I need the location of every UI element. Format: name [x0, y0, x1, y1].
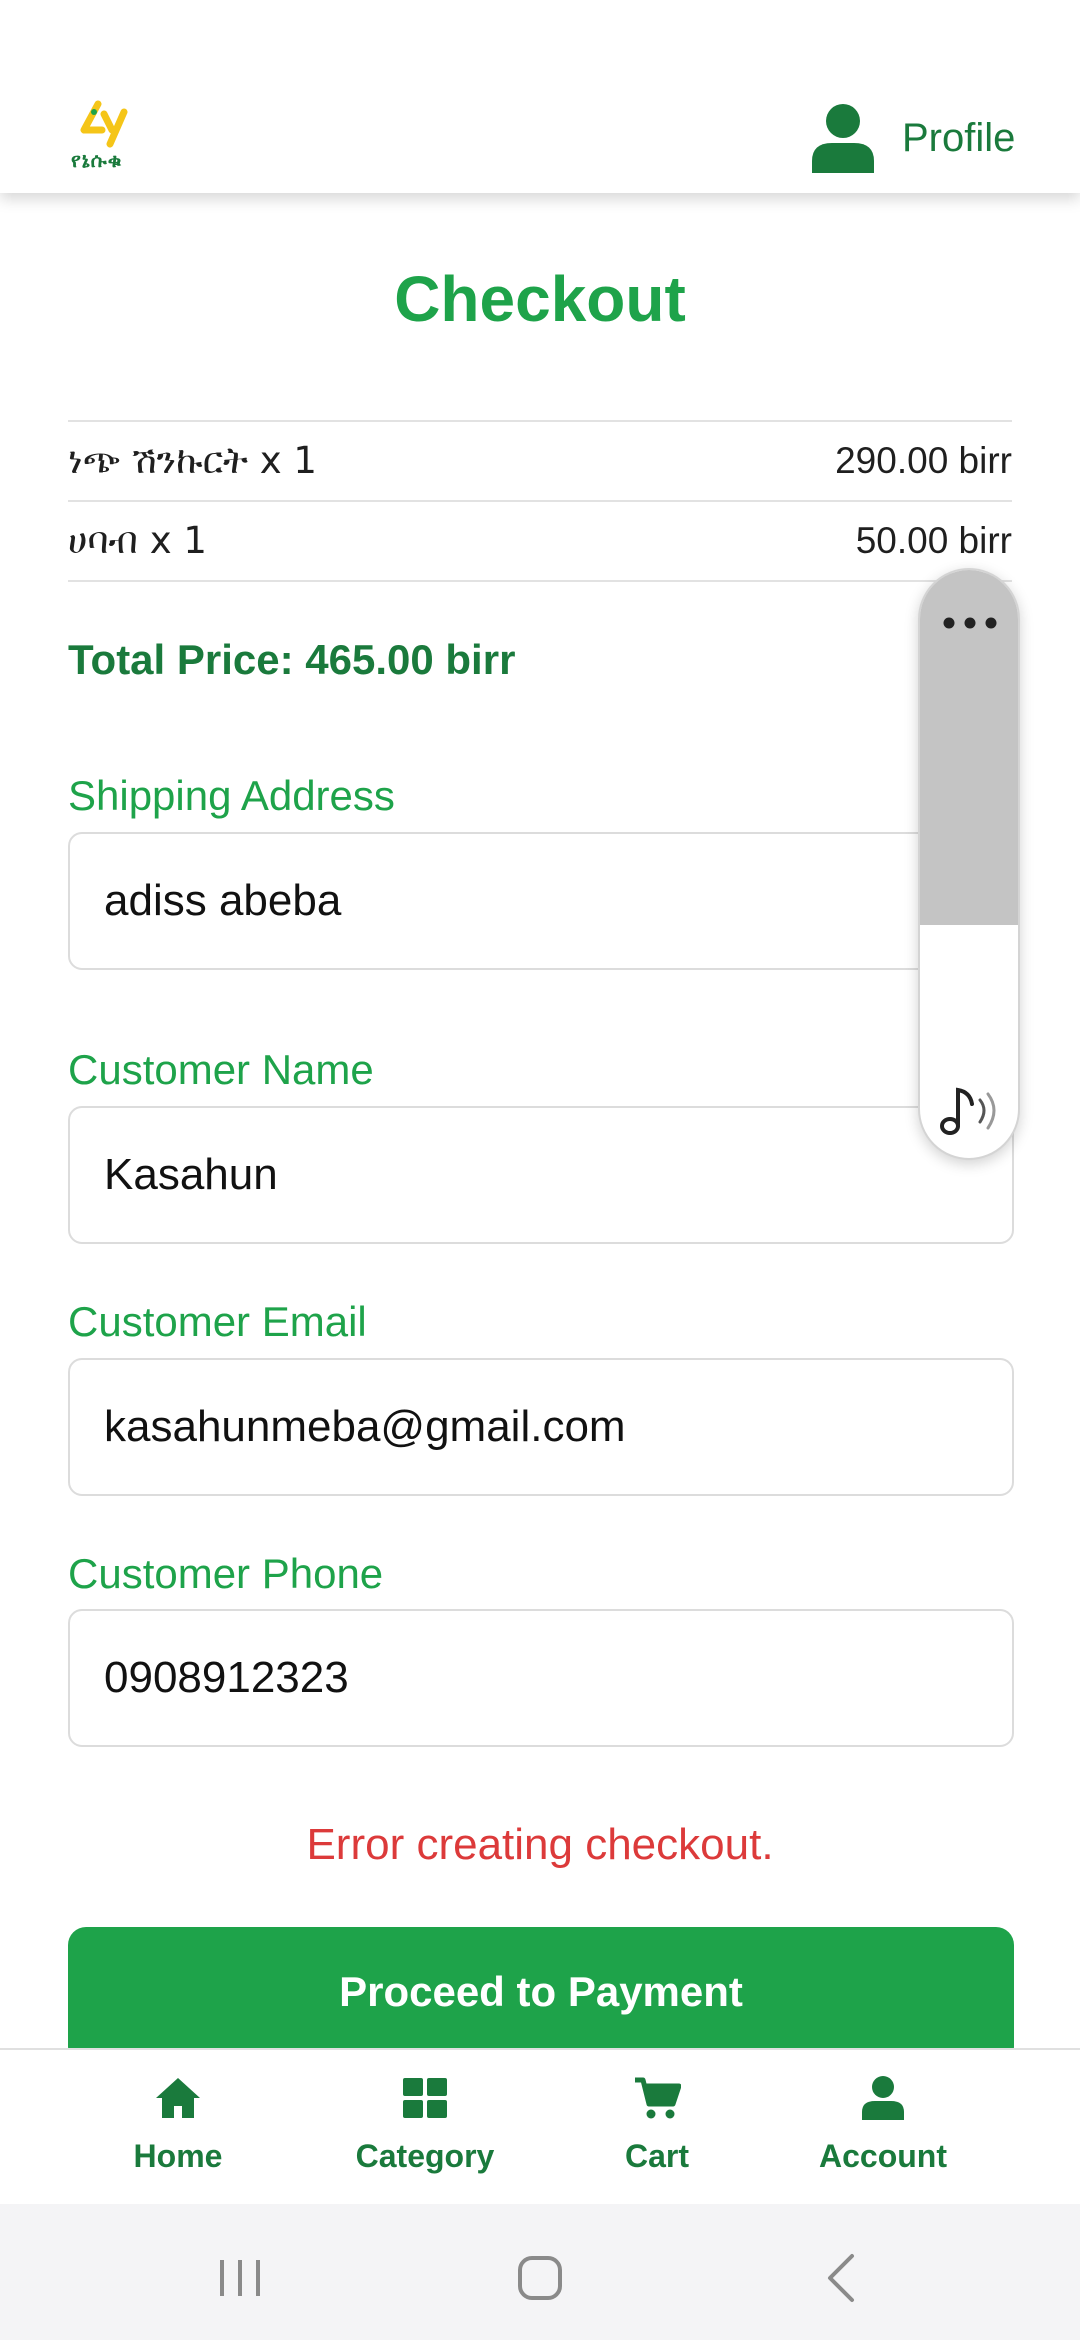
- customer-name-label: Customer Name: [68, 1046, 374, 1093]
- customer-name-input[interactable]: [68, 1106, 1014, 1244]
- item-price: 290.00 birr: [835, 440, 1012, 481]
- proceed-to-payment-button[interactable]: Proceed to Payment: [68, 1927, 1014, 2065]
- app-header: የኔሱቁ Profile: [0, 0, 1080, 193]
- nav-label-cart: Cart: [624, 2138, 689, 2174]
- home-button-icon[interactable]: [510, 2248, 570, 2308]
- item-price: 50.00 birr: [855, 520, 1012, 561]
- nav-item-category[interactable]: Category: [345, 2074, 505, 2175]
- page-title: Checkout: [394, 263, 686, 335]
- order-items: ነጭ ሽንኩርት x 1 290.00 birr ሀባብ x 1 50.00 b…: [68, 420, 1012, 582]
- nav-label-category: Category: [355, 2138, 495, 2174]
- grid-icon: [403, 2078, 447, 2118]
- nav-item-home[interactable]: Home: [118, 2074, 238, 2175]
- shipping-address-label: Shipping Address: [68, 772, 395, 819]
- total-price: Total Price: 465.00 birr: [68, 636, 516, 683]
- profile-label: Profile: [902, 115, 1016, 160]
- profile-link[interactable]: Profile: [810, 100, 1015, 176]
- checkout-screen: የኔሱቁ Profile Checkout ነጭ ሽንኩርት x 1 290.0…: [0, 0, 1080, 2340]
- nav-item-cart[interactable]: Cart: [605, 2074, 709, 2175]
- customer-phone-input[interactable]: [68, 1609, 1014, 1747]
- system-nav-bar: [0, 2204, 1080, 2340]
- logo-icon: [80, 100, 128, 148]
- item-name: ሀባብ x 1: [68, 519, 207, 562]
- person-icon: [812, 104, 874, 173]
- nav-label-home: Home: [133, 2138, 223, 2174]
- customer-email-label: Customer Email: [68, 1298, 367, 1345]
- bottom-nav: Home Category Cart Account: [0, 2048, 1080, 2204]
- item-name: ነጭ ሽንኩርት x 1: [68, 439, 317, 482]
- nav-item-account[interactable]: Account: [813, 2074, 953, 2175]
- order-item-row: ነጭ ሽንኩርት x 1 290.00 birr: [68, 422, 1012, 502]
- order-item-row: ሀባብ x 1 50.00 birr: [68, 502, 1012, 582]
- person-icon: [862, 2076, 904, 2120]
- floating-media-panel[interactable]: [918, 568, 1020, 1160]
- error-message: Error creating checkout.: [306, 1820, 774, 1869]
- customer-phone-label: Customer Phone: [68, 1550, 384, 1597]
- shipping-address-input[interactable]: [68, 832, 1014, 970]
- nav-label-account: Account: [819, 2138, 947, 2174]
- more-dots-icon[interactable]: [942, 616, 998, 630]
- logo-text: የኔሱቁ: [71, 148, 123, 172]
- cart-icon: [635, 2077, 681, 2119]
- back-icon[interactable]: [814, 2248, 874, 2308]
- customer-email-input[interactable]: [68, 1358, 1014, 1496]
- recent-apps-icon[interactable]: [210, 2248, 270, 2308]
- music-note-icon[interactable]: [938, 1082, 1002, 1138]
- home-icon: [156, 2078, 200, 2118]
- app-logo[interactable]: የኔሱቁ: [68, 100, 138, 172]
